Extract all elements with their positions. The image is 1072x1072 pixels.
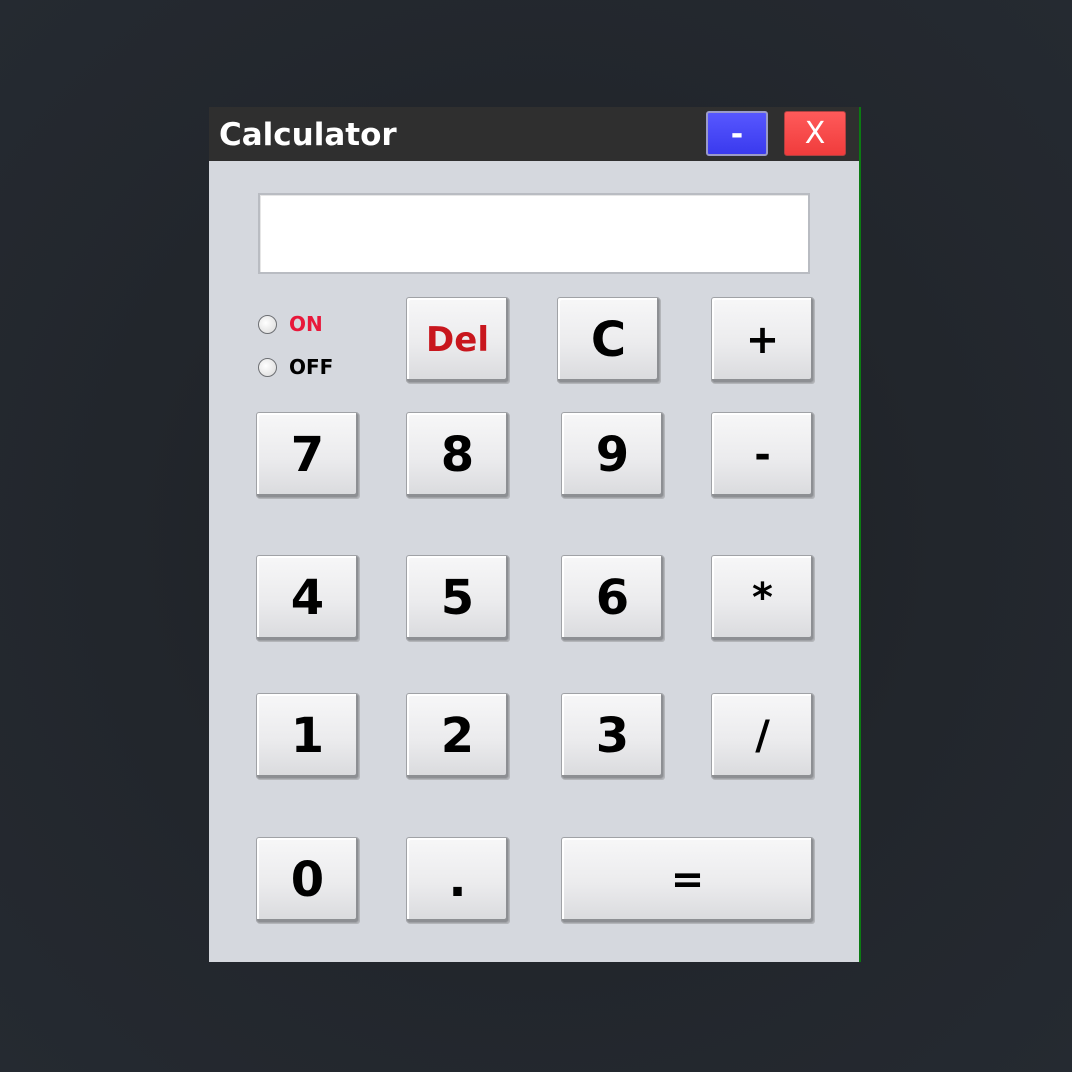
clear-button-label: C <box>590 312 627 368</box>
minimize-button[interactable]: - <box>706 111 768 156</box>
two-button-label: 2 <box>440 708 475 764</box>
minus-button-label: - <box>754 432 771 478</box>
nine-button-label: 9 <box>595 427 630 483</box>
equals-button[interactable]: = <box>561 837 814 923</box>
plus-button-label: + <box>745 317 780 363</box>
power-on-radio[interactable]: ON <box>258 309 323 339</box>
three-button[interactable]: 3 <box>561 693 664 779</box>
display-field[interactable] <box>258 193 810 274</box>
six-button[interactable]: 6 <box>561 555 664 641</box>
one-button-label: 1 <box>290 708 325 764</box>
radio-circle-icon[interactable] <box>258 314 277 334</box>
seven-button[interactable]: 7 <box>256 412 359 498</box>
two-button[interactable]: 2 <box>406 693 509 779</box>
three-button-label: 3 <box>595 708 630 764</box>
five-button-label: 5 <box>440 570 475 626</box>
radio-circle-icon[interactable] <box>258 357 277 377</box>
four-button-label: 4 <box>290 570 325 626</box>
equals-button-label: = <box>670 857 705 903</box>
six-button-label: 6 <box>595 570 630 626</box>
power-off-label: OFF <box>289 355 334 379</box>
seven-button-label: 7 <box>290 427 325 483</box>
power-off-radio[interactable]: OFF <box>258 352 333 382</box>
decimal-button[interactable]: . <box>406 837 509 923</box>
close-button[interactable]: X <box>784 111 846 156</box>
power-on-label: ON <box>289 312 323 336</box>
five-button[interactable]: 5 <box>406 555 509 641</box>
divide-button-label: / <box>755 713 770 759</box>
zero-button-label: 0 <box>290 852 325 908</box>
one-button[interactable]: 1 <box>256 693 359 779</box>
title-bar[interactable]: Calculator - X <box>209 107 859 161</box>
delete-button-label: Del <box>426 320 489 360</box>
plus-button[interactable]: + <box>711 297 814 383</box>
divide-button[interactable]: / <box>711 693 814 779</box>
delete-button[interactable]: Del <box>406 297 509 383</box>
nine-button[interactable]: 9 <box>561 412 664 498</box>
window-title: Calculator <box>219 117 397 153</box>
multiply-button-label: * <box>752 575 773 621</box>
eight-button[interactable]: 8 <box>406 412 509 498</box>
eight-button-label: 8 <box>440 427 475 483</box>
multiply-button[interactable]: * <box>711 555 814 641</box>
decimal-button-label: . <box>448 852 467 908</box>
calculator-window: Calculator - X ON OFF Del C + 7 8 9 - 4 … <box>209 107 859 962</box>
minus-button[interactable]: - <box>711 412 814 498</box>
clear-button[interactable]: C <box>557 297 660 383</box>
zero-button[interactable]: 0 <box>256 837 359 923</box>
four-button[interactable]: 4 <box>256 555 359 641</box>
